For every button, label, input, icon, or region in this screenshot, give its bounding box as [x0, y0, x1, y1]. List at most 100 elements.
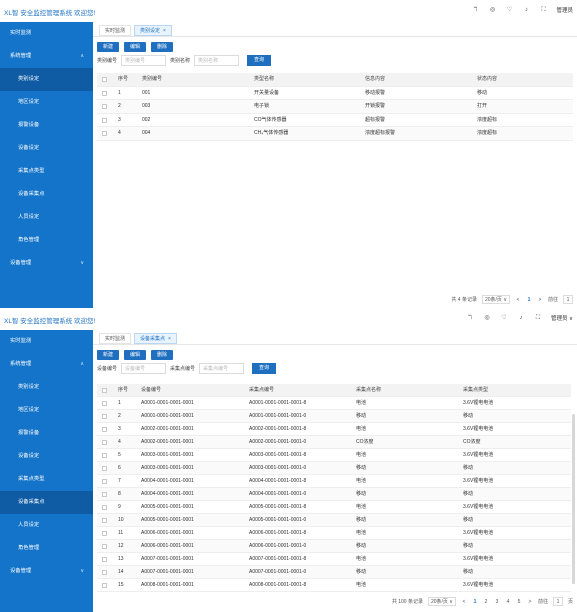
query-button[interactable]: 查询: [247, 55, 272, 66]
prev-page-button[interactable]: <: [461, 599, 467, 605]
row-checkbox[interactable]: [102, 117, 107, 123]
row-checkbox[interactable]: [102, 531, 107, 536]
table-row[interactable]: 9 A0005-0001-0001-0001 A0005-0001-0001-000…: [97, 501, 571, 514]
shield-icon[interactable]: ♡: [505, 6, 513, 14]
category-name-input[interactable]: [194, 55, 240, 66]
row-checkbox[interactable]: [102, 518, 107, 523]
user-menu[interactable]: 管理员 ∨: [551, 314, 573, 322]
tree-icon[interactable]: ℸ: [466, 314, 474, 322]
category-code-input[interactable]: [121, 55, 167, 66]
fullscreen-icon[interactable]: ⛶: [539, 6, 547, 14]
row-checkbox[interactable]: [102, 440, 107, 445]
device-code-input[interactable]: [121, 363, 167, 374]
table-row[interactable]: 15 A0008-0001-0001-0001 A0008-0001-0001-00…: [97, 579, 571, 592]
row-checkbox[interactable]: [102, 414, 107, 419]
sidebar-item-realtime[interactable]: 实时监测: [0, 22, 93, 45]
next-page-button[interactable]: >: [537, 297, 543, 303]
prev-page-button[interactable]: <: [515, 297, 521, 303]
table-row[interactable]: 1 A0001-0001-0001-0001 A0001-0001-0001-000…: [97, 397, 571, 410]
sidebar-item-region[interactable]: 地区设定: [0, 399, 93, 422]
tab-realtime[interactable]: 实时监测: [99, 333, 132, 344]
query-button[interactable]: 查询: [252, 363, 277, 374]
sidebar-item-device-management[interactable]: 设备管理 ∨: [0, 252, 93, 275]
add-button[interactable]: 新建: [97, 350, 120, 360]
table-row[interactable]: 6 A0003-0001-0001-0001 A0003-0001-0001-000…: [97, 462, 571, 475]
select-all-checkbox[interactable]: [102, 388, 107, 393]
table-row[interactable]: 3 A0002-0001-0001-0001 A0002-0001-0001-000…: [97, 423, 571, 436]
row-checkbox[interactable]: [102, 453, 107, 458]
sidebar-item-personnel[interactable]: 人员设定: [0, 206, 93, 229]
table-row[interactable]: 1 001 开关量设备 移动报警 移动: [97, 87, 573, 100]
row-checkbox[interactable]: [102, 479, 107, 484]
table-row[interactable]: 4 A0002-0001-0001-0001 A0002-0001-0001-000…: [97, 436, 571, 449]
sidebar-item-alarm-device[interactable]: 报警设备: [0, 114, 93, 137]
next-page-button[interactable]: >: [527, 599, 533, 605]
sidebar-item-device-settings[interactable]: 设备设定: [0, 445, 93, 468]
page-1-button[interactable]: 1: [526, 297, 532, 303]
page-5-button[interactable]: 5: [516, 599, 522, 605]
sidebar-item-region[interactable]: 地区设定: [0, 91, 93, 114]
row-checkbox[interactable]: [102, 492, 107, 497]
sidebar-item-system[interactable]: 系统管理 ∧: [0, 45, 93, 68]
page-1-button[interactable]: 1: [472, 599, 478, 605]
sidebar-item-device-settings[interactable]: 设备设定: [0, 137, 93, 160]
row-checkbox[interactable]: [102, 466, 107, 471]
row-checkbox[interactable]: [102, 104, 107, 109]
table-row[interactable]: 8 A0004-0001-0001-0001 A0004-0001-0001-000…: [97, 488, 571, 501]
edit-button[interactable]: 编辑: [124, 350, 147, 360]
tab-category[interactable]: 类别设定 ×: [134, 25, 172, 36]
sidebar-item-point-type[interactable]: 采集点类型: [0, 468, 93, 491]
table-row[interactable]: 14 A0007-0001-0001-0001 A0007-0001-0001-00…: [97, 566, 571, 579]
sidebar-item-system[interactable]: 系统管理 ∧: [0, 353, 93, 376]
sidebar-item-category[interactable]: 类别设定: [0, 376, 93, 399]
table-row[interactable]: 10 A0005-0001-0001-0001 A0005-0001-0001-00…: [97, 514, 571, 527]
add-button[interactable]: 新建: [97, 42, 120, 52]
close-icon[interactable]: ×: [168, 336, 171, 342]
close-icon[interactable]: ×: [163, 28, 166, 34]
shield-icon[interactable]: ♡: [500, 314, 508, 322]
table-row[interactable]: 12 A0006-0001-0001-0001 A0006-0001-0001-00…: [97, 540, 571, 553]
row-checkbox[interactable]: [102, 570, 107, 575]
page-3-button[interactable]: 3: [494, 599, 500, 605]
goto-page-input[interactable]: 1: [552, 597, 563, 606]
tree-icon[interactable]: ℸ: [471, 6, 479, 14]
row-checkbox[interactable]: [102, 401, 107, 406]
table-row[interactable]: 2 A0001-0001-0001-0001 A0001-0001-0001-000…: [97, 410, 571, 423]
row-checkbox[interactable]: [102, 131, 107, 136]
table-row[interactable]: 3 002 CO气体传感器 超标报警 浓度超标: [97, 114, 573, 127]
tab-realtime[interactable]: 实时监测: [99, 25, 132, 36]
table-row[interactable]: 7 A0004-0001-0001-0001 A0004-0001-0001-000…: [97, 475, 571, 488]
row-checkbox[interactable]: [102, 557, 107, 562]
notification-icon[interactable]: ♪: [522, 6, 530, 14]
table-row[interactable]: 11 A0006-0001-0001-0001 A0006-0001-0001-00…: [97, 527, 571, 540]
page-size-select[interactable]: 20条/页 ∨: [427, 597, 456, 606]
user-menu[interactable]: 管理员: [556, 6, 573, 14]
edit-button[interactable]: 编辑: [124, 42, 147, 52]
table-row[interactable]: 5 A0003-0001-0001-0001 A0003-0001-0001-000…: [97, 449, 571, 462]
page-4-button[interactable]: 4: [505, 599, 511, 605]
sidebar-item-roles[interactable]: 角色管理: [0, 229, 93, 252]
sidebar-item-device-points[interactable]: 设备采集点: [0, 491, 93, 514]
tab-device-points[interactable]: 设备采集点 ×: [134, 333, 177, 344]
notification-icon[interactable]: ♪: [517, 314, 525, 322]
row-checkbox[interactable]: [102, 544, 107, 549]
point-code-input[interactable]: [199, 363, 245, 374]
table-row[interactable]: 13 A0007-0001-0001-0001 A0007-0001-0001-00…: [97, 553, 571, 566]
select-all-checkbox[interactable]: [102, 77, 107, 82]
delete-button[interactable]: 删除: [151, 350, 174, 360]
row-checkbox[interactable]: [102, 427, 107, 432]
table-row[interactable]: 2 003 电子锁 开锁报警 打开: [97, 100, 573, 114]
goto-page-input[interactable]: 1: [563, 295, 573, 304]
sidebar-item-device-points[interactable]: 设备采集点: [0, 183, 93, 206]
table-row[interactable]: 4 004 CH₄气体传感器 浓度超标报警 浓度超标: [97, 127, 573, 141]
row-checkbox[interactable]: [102, 583, 107, 588]
sidebar-item-roles[interactable]: 角色管理: [0, 537, 93, 560]
sidebar-item-category[interactable]: 类别设定: [0, 68, 93, 91]
table-scrollbar[interactable]: [572, 414, 575, 584]
row-checkbox[interactable]: [102, 90, 107, 96]
dashboard-icon[interactable]: ◎: [483, 314, 491, 322]
page-size-select[interactable]: 20条/页 ∨: [481, 295, 510, 304]
sidebar-item-device-management[interactable]: 设备管理 ∨: [0, 560, 93, 583]
page-2-button[interactable]: 2: [483, 599, 489, 605]
row-checkbox[interactable]: [102, 505, 107, 510]
